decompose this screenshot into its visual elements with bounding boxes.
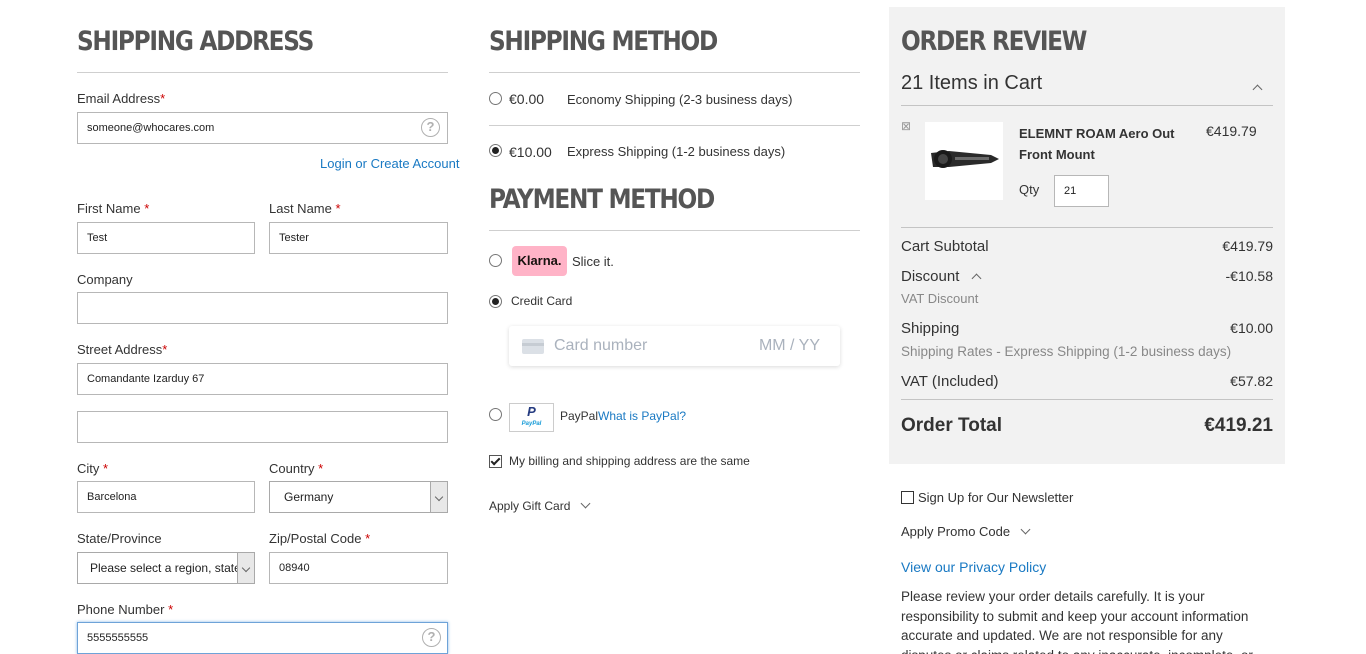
chevron-down-icon (1020, 524, 1031, 535)
shipping-option-label: Express Shipping (1-2 business days) (567, 144, 786, 159)
newsletter-checkbox[interactable] (901, 491, 914, 504)
klarna-label: Slice it. (572, 254, 614, 269)
privacy-policy-link[interactable]: View our Privacy Policy (901, 559, 1046, 575)
shipping-detail: Shipping Rates - Express Shipping (1-2 b… (901, 344, 1232, 359)
phone-field[interactable]: 5555555555 (77, 622, 448, 654)
shipping-option-express-radio[interactable] (489, 144, 502, 157)
shipping-option-economy-radio[interactable] (489, 92, 502, 105)
zip-label: Zip/Postal Code * (269, 531, 371, 546)
chevron-down-icon (580, 498, 591, 509)
company-label: Company (77, 272, 133, 287)
country-select-value: Germany (284, 490, 334, 504)
discount-value: -€10.58 (1225, 268, 1273, 284)
last-name-field[interactable]: Tester (269, 222, 448, 254)
gift-card-label: Apply Gift Card (489, 499, 571, 513)
shipping-method-title: SHIPPING METHOD (489, 26, 718, 57)
country-label: Country * (269, 461, 324, 476)
help-icon[interactable]: ? (422, 628, 441, 647)
remove-item-icon[interactable]: ⊠ (901, 119, 911, 133)
qty-field[interactable]: 21 (1054, 175, 1109, 207)
first-name-field[interactable]: Test (77, 222, 255, 254)
product-thumbnail (925, 122, 1003, 200)
zip-field[interactable]: 08940 (269, 552, 448, 584)
country-select[interactable]: Germany (269, 481, 448, 513)
chevron-up-icon[interactable] (971, 273, 981, 284)
divider (901, 227, 1273, 228)
city-field[interactable]: Barcelona (77, 481, 255, 513)
klarna-logo: Klarna. (512, 246, 567, 276)
billing-same-label: My billing and shipping address are the … (509, 454, 750, 468)
shipping-address-title: SHIPPING ADDRESS (77, 26, 314, 57)
shipping-option-price: €10.00 (509, 144, 552, 160)
divider (901, 105, 1273, 106)
state-select[interactable]: Please select a region, state or provinc… (77, 552, 255, 584)
shipping-label: Shipping (901, 320, 960, 337)
city-label: City * (77, 461, 109, 476)
disclaimer-text: Please review your order details careful… (901, 589, 1253, 654)
state-label: State/Province (77, 531, 162, 546)
apply-gift-card-toggle[interactable]: Apply Gift Card (489, 498, 591, 513)
last-name-label: Last Name * (269, 201, 341, 216)
credit-card-label: Credit Card (511, 294, 573, 308)
shipping-option-label: Economy Shipping (2-3 business days) (567, 92, 793, 107)
divider (489, 72, 860, 73)
divider (489, 230, 860, 231)
login-create-account-link[interactable]: Login or Create Account (320, 156, 459, 171)
apply-promo-code-toggle[interactable]: Apply Promo Code (901, 524, 1031, 539)
order-total-row: Order Total €419.21 (901, 415, 1273, 437)
email-label: Email Address* (77, 91, 166, 106)
shipping-value: €10.00 (1230, 320, 1273, 336)
street-address-label: Street Address* (77, 342, 168, 357)
paypal-label: PayPal (560, 409, 599, 423)
shipping-row: Shipping €10.00 (901, 320, 1273, 337)
product-price: €419.79 (1206, 123, 1257, 139)
payment-credit-card-radio[interactable] (489, 295, 502, 308)
card-number-field[interactable]: Card number MM / YY (509, 326, 840, 366)
order-total-value: €419.21 (1204, 415, 1273, 436)
help-icon[interactable]: ? (421, 118, 440, 137)
subtotal-label: Cart Subtotal (901, 238, 989, 255)
paypal-logo: P PayPal (509, 403, 554, 432)
credit-card-icon (522, 339, 544, 354)
billing-same-checkbox[interactable] (489, 455, 502, 468)
product-name: ELEMNT ROAM Aero Out Front Mount (1019, 126, 1175, 162)
newsletter-label: Sign Up for Our Newsletter (918, 490, 1074, 505)
product-image (931, 150, 999, 168)
subtotal-row: Cart Subtotal €419.79 (901, 238, 1273, 255)
first-name-label: First Name * (77, 201, 150, 216)
items-in-cart-toggle[interactable]: 21 Items in Cart (901, 72, 1042, 95)
street-address-line-2-field[interactable] (77, 411, 448, 443)
payment-klarna-radio[interactable] (489, 254, 502, 267)
promo-code-label: Apply Promo Code (901, 524, 1011, 539)
company-field[interactable] (77, 292, 448, 324)
divider (901, 399, 1273, 400)
discount-label[interactable]: Discount (901, 268, 959, 285)
what-is-paypal-link[interactable]: What is PayPal? (598, 409, 686, 423)
order-review-title: ORDER REVIEW (901, 26, 1087, 57)
phone-label: Phone Number * (77, 602, 174, 617)
subtotal-value: €419.79 (1222, 238, 1273, 254)
email-field[interactable]: someone@whocares.com (77, 112, 448, 144)
divider (77, 72, 448, 73)
order-review-panel: ORDER REVIEW 21 Items in Cart ⊠ ELEMNT R… (889, 7, 1285, 464)
chevron-down-icon (237, 553, 254, 583)
vat-label: VAT (Included) (901, 373, 999, 390)
shipping-option-price: €0.00 (509, 91, 545, 107)
vat-row: VAT (Included) €57.82 (901, 373, 1273, 390)
vat-value: €57.82 (1230, 373, 1273, 389)
card-number-placeholder: Card number (554, 337, 648, 354)
chevron-up-icon[interactable] (1252, 84, 1263, 95)
discount-detail: VAT Discount (901, 291, 979, 306)
checkmark-icon (490, 455, 501, 466)
discount-row: Discount -€10.58 (901, 268, 1273, 285)
payment-paypal-radio[interactable] (489, 408, 502, 421)
divider (489, 125, 860, 126)
qty-label: Qty (1019, 182, 1040, 197)
order-total-label: Order Total (901, 415, 1002, 436)
chevron-down-icon (430, 482, 447, 512)
street-address-line-1-field[interactable]: Comandante Izarduy 67 (77, 363, 448, 395)
expiry-placeholder: MM / YY (758, 337, 820, 354)
payment-method-title: PAYMENT METHOD (489, 184, 715, 215)
state-select-value: Please select a region, state or provinc… (90, 561, 254, 575)
